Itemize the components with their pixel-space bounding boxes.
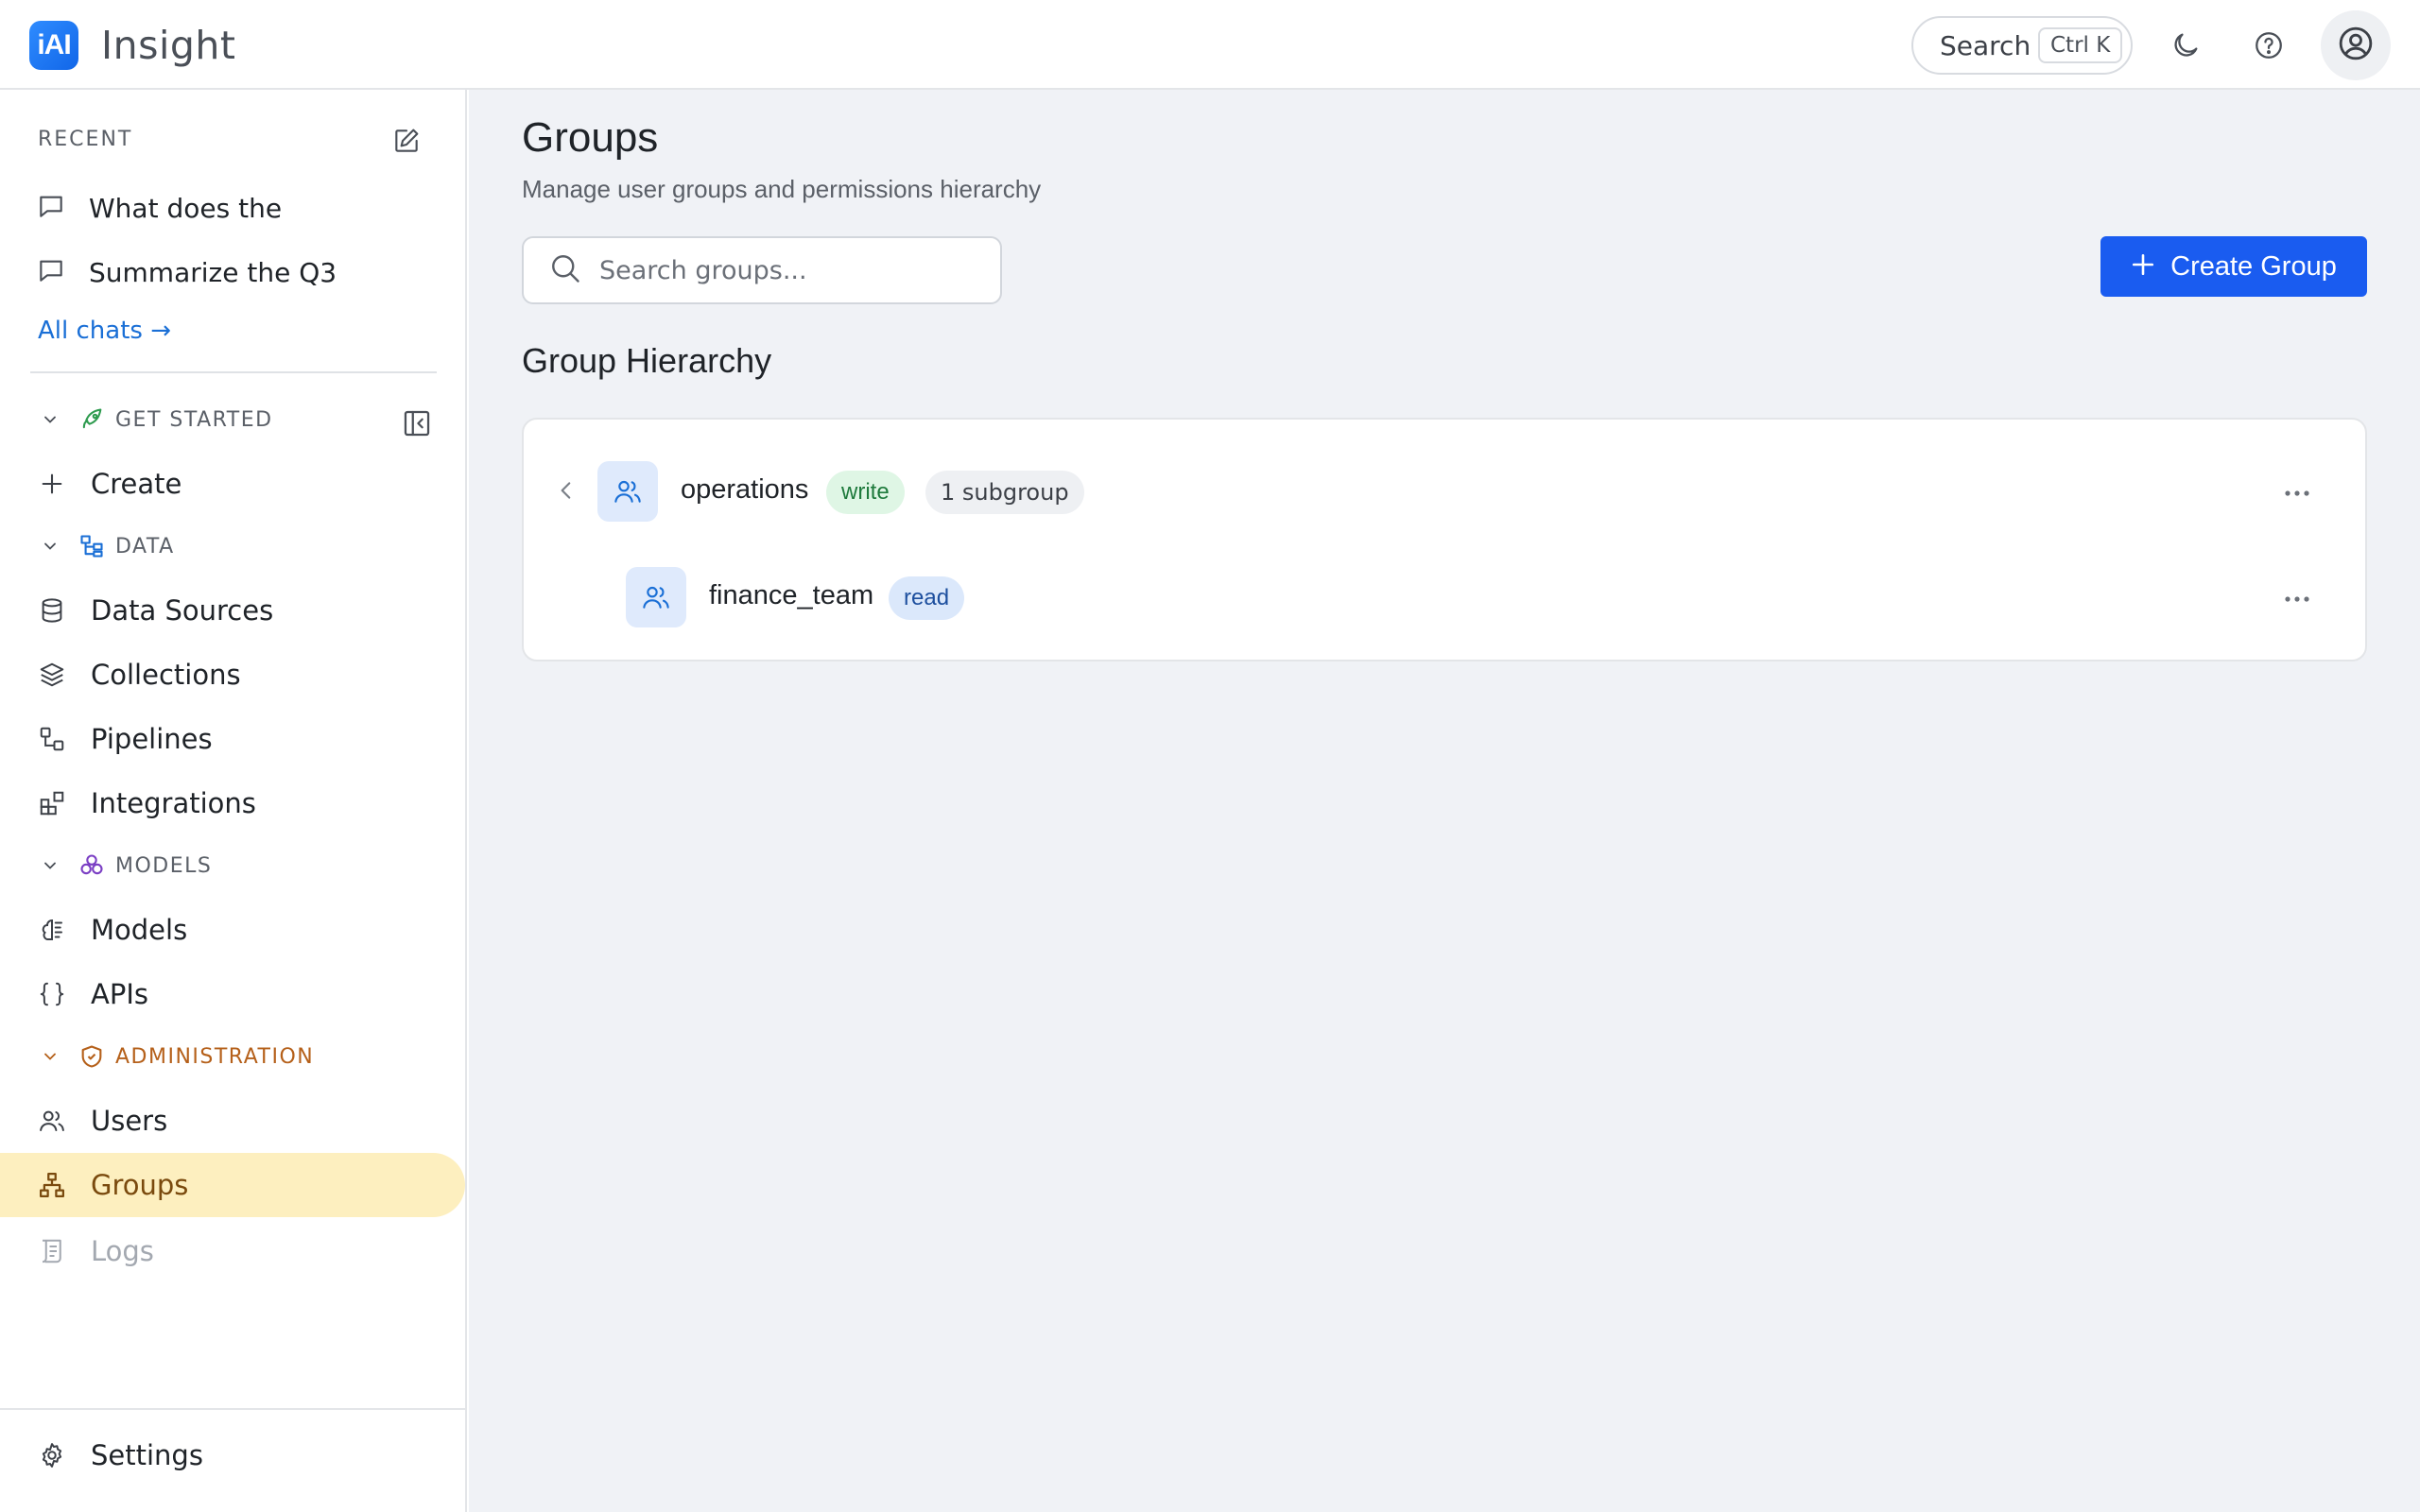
chevron-down-icon bbox=[38, 853, 62, 878]
sidebar-item-label: Integrations bbox=[91, 787, 256, 819]
chevron-left-icon[interactable] bbox=[554, 478, 580, 505]
plus-icon bbox=[2131, 250, 2155, 283]
sidebar-item-label: Settings bbox=[91, 1439, 203, 1471]
group-hierarchy-title: Group Hierarchy bbox=[522, 341, 772, 380]
users-icon bbox=[36, 1105, 68, 1137]
user-icon bbox=[2337, 25, 2375, 67]
group-hierarchy-card: operations write 1 subgroup finance_team… bbox=[522, 418, 2367, 662]
recent-chat-item[interactable]: Summarize the Q3 bbox=[36, 249, 337, 296]
group-icon bbox=[597, 461, 658, 522]
group-name: finance_team bbox=[709, 580, 874, 610]
collapse-sidebar-icon[interactable] bbox=[401, 407, 433, 439]
sidebar-item-label: Models bbox=[91, 914, 188, 946]
app-logo[interactable]: iAI bbox=[29, 21, 78, 70]
hierarchy-icon bbox=[36, 1169, 68, 1201]
group-row[interactable]: finance_team read bbox=[524, 559, 2365, 635]
recent-section-label: RECENT bbox=[38, 128, 133, 151]
rocket-icon bbox=[78, 405, 106, 434]
permission-badge: write bbox=[826, 471, 905, 514]
section-administration[interactable]: ADMINISTRATION bbox=[38, 1038, 314, 1075]
app-title: Insight bbox=[101, 23, 236, 68]
section-data[interactable]: DATA bbox=[38, 527, 175, 565]
more-options-icon[interactable] bbox=[2280, 582, 2314, 616]
chevron-down-icon bbox=[38, 534, 62, 558]
sidebar-item-collections[interactable]: Collections bbox=[0, 643, 467, 707]
sidebar-item-models[interactable]: Models bbox=[0, 898, 467, 962]
sidebar-item-label: Groups bbox=[91, 1169, 189, 1201]
layers-icon bbox=[36, 659, 68, 691]
search-input[interactable] bbox=[599, 255, 996, 285]
page-subtitle: Manage user groups and permissions hiera… bbox=[522, 175, 1042, 203]
sidebar-divider bbox=[30, 371, 437, 373]
chat-bubble-icon bbox=[36, 255, 66, 290]
group-search-field[interactable] bbox=[522, 236, 1002, 304]
recent-chat-item[interactable]: What does the bbox=[36, 184, 282, 232]
models-cluster-icon bbox=[78, 851, 106, 880]
sidebar-item-users[interactable]: Users bbox=[0, 1089, 467, 1153]
sidebar-footer-divider bbox=[0, 1408, 467, 1410]
chevron-down-icon bbox=[38, 407, 62, 432]
section-label: DATA bbox=[115, 534, 175, 558]
more-options-icon[interactable] bbox=[2280, 476, 2314, 510]
braces-icon bbox=[36, 978, 68, 1010]
sidebar-item-label: Data Sources bbox=[91, 594, 274, 627]
permission-badge: read bbox=[889, 576, 965, 620]
page-title: Groups bbox=[522, 114, 659, 161]
recent-chat-label: What does the bbox=[89, 192, 283, 224]
plus-icon bbox=[36, 468, 68, 500]
sidebar-item-apis[interactable]: APIs bbox=[0, 962, 467, 1026]
group-name: operations bbox=[681, 474, 809, 505]
chat-bubble-icon bbox=[36, 191, 66, 226]
create-group-button[interactable]: Create Group bbox=[2100, 236, 2367, 297]
section-models[interactable]: MODELS bbox=[38, 847, 212, 885]
user-menu-button[interactable] bbox=[2321, 10, 2391, 80]
top-bar: iAI Insight Search Ctrl K bbox=[0, 0, 2420, 90]
sidebar-item-label: Pipelines bbox=[91, 723, 213, 755]
pipeline-icon bbox=[36, 723, 68, 755]
section-label: MODELS bbox=[115, 853, 213, 878]
global-search-button[interactable]: Search Ctrl K bbox=[1911, 16, 2133, 75]
data-tree-icon bbox=[78, 532, 106, 560]
sidebar-item-label: Logs bbox=[91, 1235, 154, 1267]
sidebar-item-label: APIs bbox=[91, 978, 148, 1010]
sidebar-item-logs[interactable]: Logs bbox=[0, 1219, 467, 1283]
sidebar-item-settings[interactable]: Settings bbox=[0, 1423, 467, 1487]
subgroup-count-badge: 1 subgroup bbox=[925, 471, 1084, 514]
recent-chat-label: Summarize the Q3 bbox=[89, 256, 337, 288]
create-group-label: Create Group bbox=[2170, 250, 2337, 282]
sidebar: RECENT What does the Summarize the Q3 Al… bbox=[0, 90, 467, 1512]
scroll-icon bbox=[36, 1235, 68, 1267]
main-content: Groups Manage user groups and permission… bbox=[469, 90, 2420, 1512]
sidebar-item-pipelines[interactable]: Pipelines bbox=[0, 707, 467, 771]
sidebar-item-create[interactable]: Create bbox=[0, 452, 467, 516]
shield-check-icon bbox=[78, 1042, 106, 1071]
integrations-icon bbox=[36, 787, 68, 819]
sidebar-item-label: Users bbox=[91, 1105, 168, 1137]
all-chats-link[interactable]: All chats → bbox=[38, 317, 171, 345]
new-chat-icon[interactable] bbox=[391, 126, 424, 158]
section-label: GET STARTED bbox=[115, 407, 273, 432]
search-shortcut: Ctrl K bbox=[2038, 27, 2123, 63]
group-row[interactable]: operations write 1 subgroup bbox=[524, 454, 2365, 529]
search-label: Search bbox=[1940, 29, 2031, 61]
sidebar-item-label: Collections bbox=[91, 659, 241, 691]
sidebar-item-label: Create bbox=[91, 468, 182, 500]
sidebar-item-data-sources[interactable]: Data Sources bbox=[0, 578, 467, 643]
sidebar-item-groups[interactable]: Groups bbox=[0, 1153, 465, 1217]
section-get-started[interactable]: GET STARTED bbox=[38, 401, 273, 438]
sidebar-item-integrations[interactable]: Integrations bbox=[0, 771, 467, 835]
search-icon bbox=[548, 251, 582, 290]
gear-icon bbox=[36, 1439, 68, 1471]
section-label: ADMINISTRATION bbox=[115, 1044, 315, 1069]
chevron-down-icon bbox=[38, 1044, 62, 1069]
help-icon[interactable] bbox=[2246, 23, 2291, 68]
brain-icon bbox=[36, 914, 68, 946]
database-icon bbox=[36, 594, 68, 627]
moon-icon[interactable] bbox=[2163, 23, 2208, 68]
group-icon bbox=[626, 567, 686, 627]
